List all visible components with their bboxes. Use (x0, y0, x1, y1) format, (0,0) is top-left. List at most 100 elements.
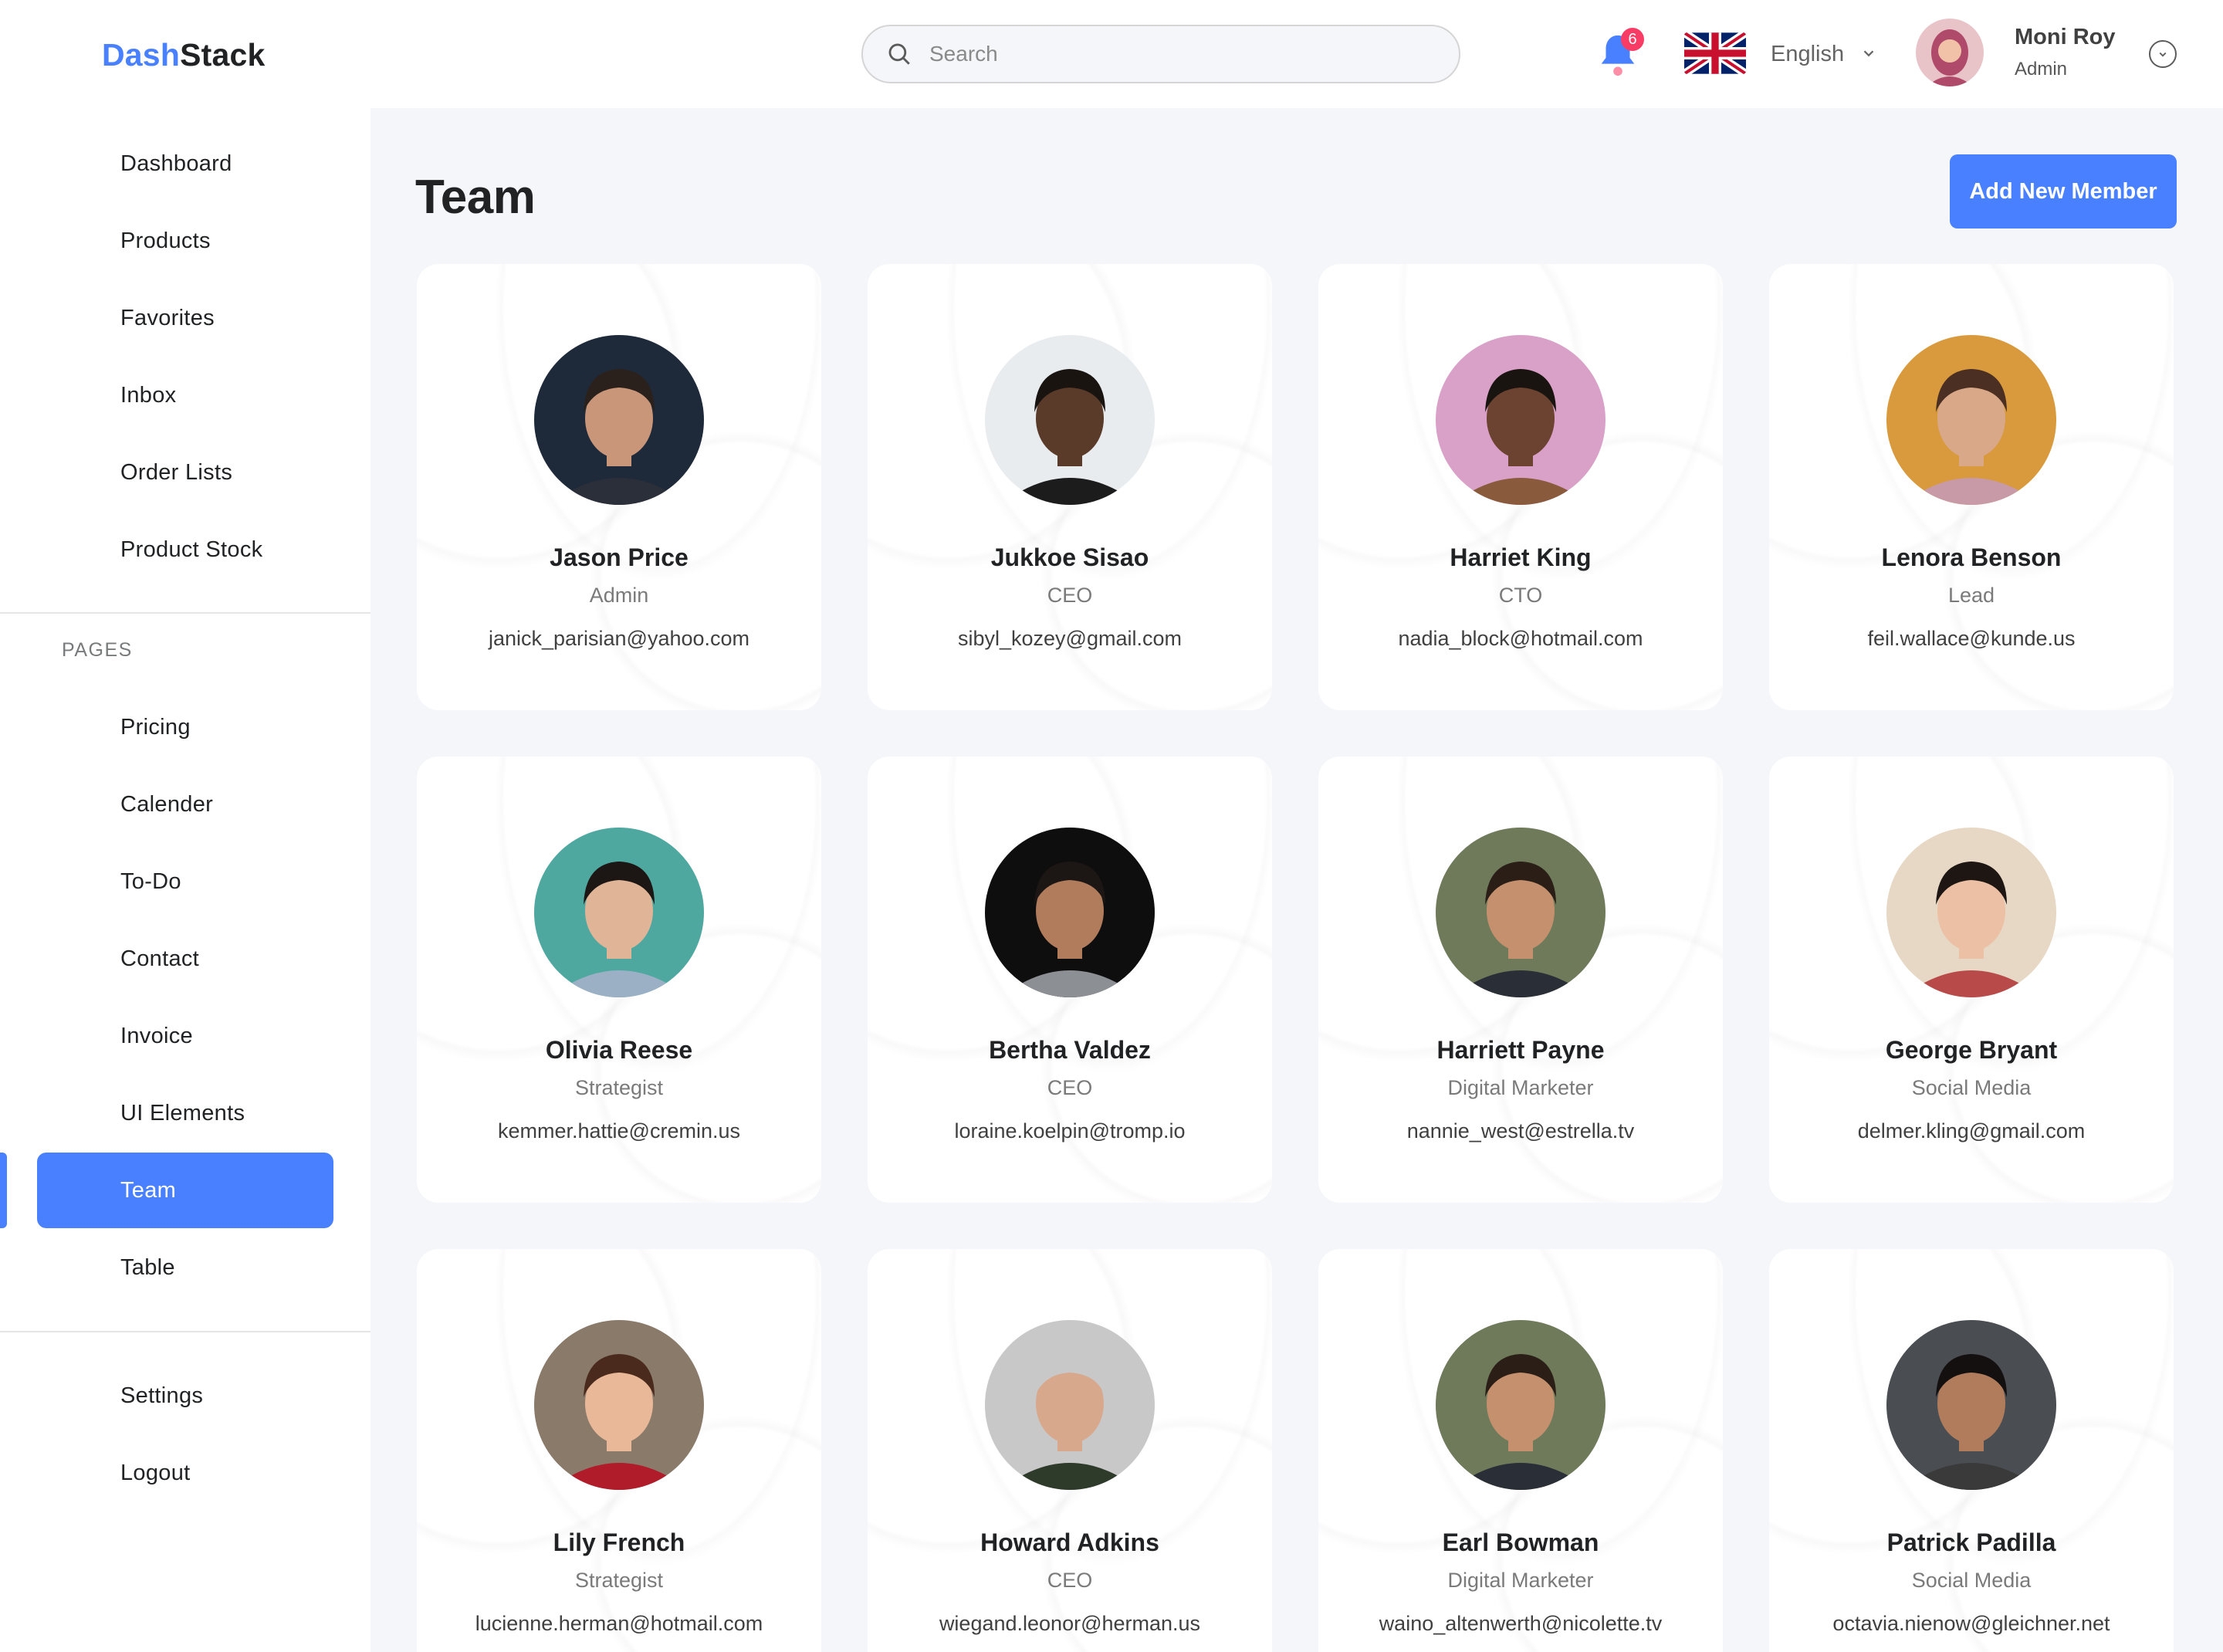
team-member-card[interactable]: Harriett Payne Digital Marketer nannie_w… (1318, 757, 1723, 1203)
sidebar-item-pricing[interactable]: Pricing (37, 689, 333, 765)
sidebar: DashStack Dashboard Products Favorites I… (0, 0, 370, 1652)
member-photo (1886, 1320, 2056, 1490)
member-name: Jukkoe Sisao (990, 543, 1149, 571)
sidebar-item-to-do[interactable]: To-Do (37, 844, 333, 919)
member-name: Jason Price (550, 543, 689, 571)
member-name: Harriet King (1450, 543, 1592, 571)
member-role: Admin (589, 584, 649, 607)
member-photo (1886, 828, 2056, 997)
member-avatar (1886, 1320, 2056, 1490)
language-selector[interactable]: English (1771, 42, 1844, 67)
team-member-card[interactable]: Jukkoe Sisao CEO sibyl_kozey@gmail.com (868, 264, 1272, 710)
sidebar-item-contact[interactable]: Contact (37, 921, 333, 997)
member-photo (1886, 335, 2056, 505)
member-email: lucienne.herman@hotmail.com (475, 1612, 763, 1635)
user-role: Admin (2015, 59, 2068, 80)
sidebar-item-invoice[interactable]: Invoice (37, 998, 333, 1074)
notification-badge: 6 (1621, 28, 1644, 51)
chevron-down-icon (2159, 52, 2167, 57)
search-bar[interactable] (861, 25, 1460, 83)
member-avatar (1886, 335, 2056, 505)
member-role: Strategist (574, 1076, 664, 1099)
sidebar-item-settings[interactable]: Settings (37, 1358, 333, 1434)
search-icon (888, 43, 910, 65)
member-role: Digital Marketer (1447, 1569, 1594, 1592)
member-email: nannie_west@estrella.tv (1406, 1119, 1635, 1143)
member-role: Lead (1947, 584, 1995, 607)
chevron-down-icon[interactable] (1860, 45, 1877, 62)
member-role: CEO (1047, 584, 1093, 607)
member-photo (534, 1320, 704, 1490)
member-email: feil.wallace@kunde.us (1867, 627, 2076, 650)
member-name: Earl Bowman (1442, 1528, 1599, 1556)
member-avatar (1436, 828, 1606, 997)
member-email: sibyl_kozey@gmail.com (958, 627, 1182, 650)
member-name: Olivia Reese (545, 1036, 693, 1064)
member-avatar (1886, 828, 2056, 997)
member-name: George Bryant (1885, 1036, 2058, 1064)
team-member-card[interactable]: George Bryant Social Media delmer.kling@… (1769, 757, 2174, 1203)
member-role: CEO (1047, 1569, 1093, 1592)
member-photo (1436, 335, 1606, 505)
sidebar-item-logout[interactable]: Logout (37, 1435, 333, 1511)
sidebar-item-favorites[interactable]: Favorites (37, 280, 333, 356)
team-member-card[interactable]: Olivia Reese Strategist kemmer.hattie@cr… (417, 757, 821, 1203)
sidebar-item-table[interactable]: Table (37, 1230, 333, 1305)
member-photo (985, 828, 1155, 997)
team-member-card[interactable]: Lenora Benson Lead feil.wallace@kunde.us (1769, 264, 2174, 710)
team-member-card[interactable]: Jason Price Admin janick_parisian@yahoo.… (417, 264, 821, 710)
add-new-member-button[interactable]: Add New Member (1950, 154, 2177, 229)
user-name: Moni Roy (2015, 25, 2116, 49)
sidebar-item-team[interactable]: Team (37, 1153, 333, 1228)
member-email: waino_altenwerth@nicolette.tv (1379, 1612, 1663, 1635)
member-avatar (534, 1320, 704, 1490)
member-photo (985, 1320, 1155, 1490)
member-photo (534, 335, 704, 505)
team-member-card[interactable]: Bertha Valdez CEO loraine.koelpin@tromp.… (868, 757, 1272, 1203)
member-photo (1436, 1320, 1606, 1490)
member-email: janick_parisian@yahoo.com (488, 627, 750, 650)
team-grid: Jason Price Admin janick_parisian@yahoo.… (417, 264, 2174, 1652)
sidebar-item-ui-elements[interactable]: UI Elements (37, 1075, 333, 1151)
member-name: Harriett Payne (1436, 1036, 1605, 1064)
user-avatar[interactable] (1916, 19, 1984, 86)
member-role: Digital Marketer (1447, 1076, 1594, 1099)
member-role: CTO (1498, 584, 1543, 607)
member-role: Social Media (1911, 1569, 2032, 1592)
member-name: Lenora Benson (1881, 543, 2062, 571)
member-role: Social Media (1911, 1076, 2032, 1099)
search-input[interactable] (929, 42, 1423, 66)
team-member-card[interactable]: Howard Adkins CEO wiegand.leonor@herman.… (868, 1249, 1272, 1652)
user-menu-button[interactable] (2149, 40, 2177, 68)
uk-flag-icon[interactable] (1684, 32, 1746, 74)
member-email: loraine.koelpin@tromp.io (954, 1119, 1186, 1143)
member-name: Patrick Padilla (1886, 1528, 2056, 1556)
app-logo[interactable]: DashStack (102, 37, 265, 73)
sidebar-item-calender[interactable]: Calender (37, 767, 333, 842)
sidebar-item-dashboard[interactable]: Dashboard (37, 126, 333, 201)
member-email: kemmer.hattie@cremin.us (497, 1119, 740, 1143)
member-email: octavia.nienow@gleichner.net (1832, 1612, 2110, 1635)
sidebar-item-products[interactable]: Products (37, 203, 333, 279)
sidebar-item-order-lists[interactable]: Order Lists (37, 435, 333, 510)
team-member-card[interactable]: Harriet King CTO nadia_block@hotmail.com (1318, 264, 1723, 710)
team-member-card[interactable]: Lily French Strategist lucienne.herman@h… (417, 1249, 821, 1652)
member-photo (1436, 828, 1606, 997)
member-email: delmer.kling@gmail.com (1857, 1119, 2086, 1143)
member-email: wiegand.leonor@herman.us (939, 1612, 1201, 1635)
sidebar-divider (0, 1331, 370, 1332)
team-member-card[interactable]: Earl Bowman Digital Marketer waino_alten… (1318, 1249, 1723, 1652)
member-avatar (985, 1320, 1155, 1490)
member-name: Lily French (553, 1528, 685, 1556)
member-avatar (985, 828, 1155, 997)
sidebar-item-product-stock[interactable]: Product Stock (37, 512, 333, 587)
sidebar-item-inbox[interactable]: Inbox (37, 357, 333, 433)
member-email: nadia_block@hotmail.com (1398, 627, 1643, 650)
member-name: Howard Adkins (980, 1528, 1159, 1556)
member-photo (985, 335, 1155, 505)
member-avatar (1436, 1320, 1606, 1490)
member-avatar (534, 335, 704, 505)
active-indicator (0, 1153, 7, 1228)
team-member-card[interactable]: Patrick Padilla Social Media octavia.nie… (1769, 1249, 2174, 1652)
member-avatar (985, 335, 1155, 505)
